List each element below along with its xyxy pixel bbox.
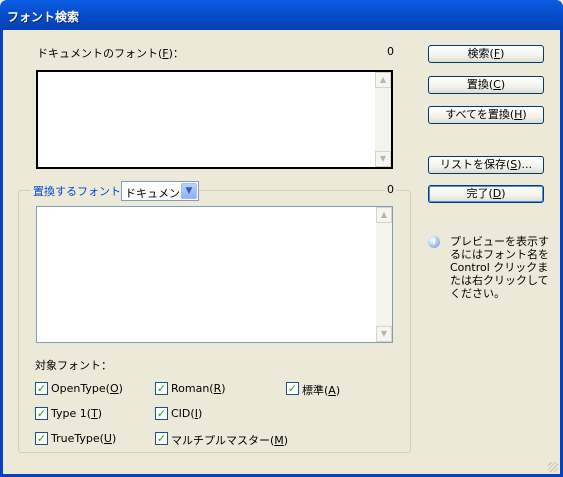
replace-fonts-scrollbar[interactable]: ▲ ▼ — [376, 207, 392, 342]
opentype-checkbox[interactable]: ✓ — [35, 382, 48, 395]
standard-label: 標準(A) — [302, 384, 341, 397]
cid-checkbox[interactable]: ✓ — [155, 407, 168, 420]
scroll-down-icon[interactable]: ▼ — [376, 326, 392, 342]
multiple-master-label: マルチプルマスター(M) — [171, 434, 289, 447]
replace-fonts-list[interactable]: ▲ ▼ — [36, 206, 393, 343]
save-list-button[interactable]: リストを保存(S)... — [428, 156, 544, 174]
truetype-checkbox[interactable]: ✓ — [35, 432, 48, 445]
scroll-up-icon[interactable]: ▲ — [375, 72, 391, 88]
info-icon: i — [428, 236, 440, 248]
done-button[interactable]: 完了(D) — [428, 185, 544, 203]
truetype-label: TrueType(U) — [51, 432, 117, 445]
replace-button[interactable]: 置換(C) — [428, 76, 544, 94]
resize-grip-icon[interactable] — [548, 462, 558, 472]
roman-checkbox[interactable]: ✓ — [155, 382, 168, 395]
title-bar[interactable]: フォント検索 — [0, 0, 563, 30]
preview-hint-text: プレビューを表示するにはフォント名をControl クリックまたは右クリックして… — [450, 235, 549, 300]
scroll-up-icon[interactable]: ▲ — [376, 207, 392, 223]
replace-all-button[interactable]: すべてを置換(H) — [428, 106, 544, 124]
replace-fonts-label: 置換するフォント： — [30, 183, 135, 199]
type1-checkbox[interactable]: ✓ — [35, 407, 48, 420]
target-fonts-label: 対象フォント： — [35, 359, 112, 372]
document-fonts-label: ドキュメントのフォント(F)： — [37, 47, 184, 60]
opentype-label: OpenType(O) — [51, 382, 123, 395]
find-button[interactable]: 検索(F) — [428, 45, 544, 63]
document-fonts-count: 0 — [387, 45, 394, 58]
window-frame-left — [0, 30, 3, 477]
document-fonts-list[interactable]: ▲ ▼ — [36, 70, 393, 169]
document-fonts-scrollbar[interactable]: ▲ ▼ — [375, 72, 391, 167]
multiple-master-checkbox[interactable]: ✓ — [155, 432, 168, 445]
font-source-select[interactable]: ドキュメント ▼ — [121, 181, 199, 201]
replace-fonts-count: 0 — [385, 183, 396, 196]
scroll-down-icon[interactable]: ▼ — [375, 151, 391, 167]
type1-label: Type 1(T) — [51, 407, 103, 420]
roman-label: Roman(R) — [171, 382, 226, 395]
standard-checkbox[interactable]: ✓ — [286, 382, 299, 395]
chevron-down-icon[interactable]: ▼ — [181, 183, 197, 199]
window-title: フォント検索 — [7, 10, 80, 24]
cid-label: CID(I) — [171, 407, 203, 420]
